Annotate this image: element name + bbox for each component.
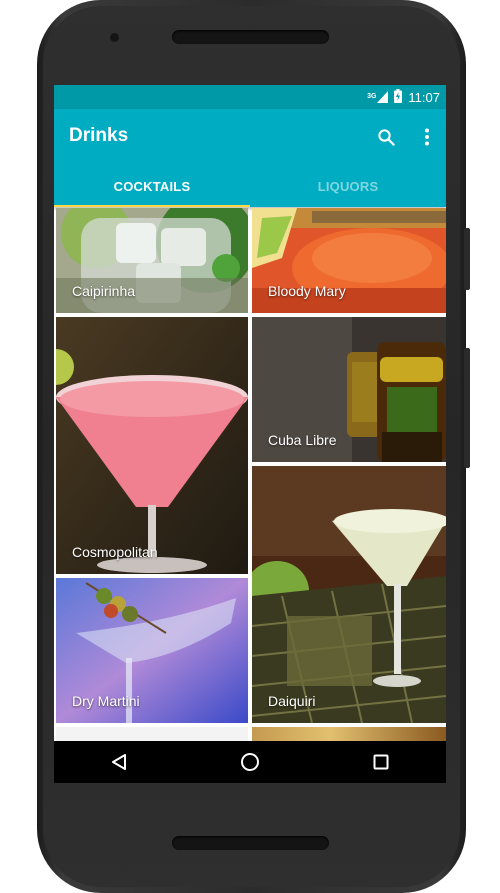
drink-card-cosmopolitan[interactable]: Cosmopolitan bbox=[56, 317, 248, 574]
battery-icon bbox=[394, 88, 403, 106]
drink-card-bloody-mary[interactable]: Bloody Mary bbox=[252, 208, 446, 313]
back-button[interactable] bbox=[99, 742, 139, 782]
navigation-bar bbox=[54, 741, 446, 783]
power-button bbox=[464, 228, 470, 290]
drink-card-cuba-libre[interactable]: Cuba Libre bbox=[252, 317, 446, 462]
recents-square-icon bbox=[373, 754, 389, 770]
drink-card-partial[interactable] bbox=[56, 727, 248, 741]
search-icon bbox=[377, 128, 395, 146]
drink-name: Cosmopolitan bbox=[72, 544, 158, 560]
home-circle-icon bbox=[240, 753, 259, 771]
app-title: Drinks bbox=[69, 125, 129, 146]
tab-cocktails[interactable]: COCKTAILS bbox=[54, 165, 250, 207]
tab-bar: COCKTAILS LIQUORS bbox=[54, 165, 446, 207]
search-button[interactable] bbox=[370, 121, 402, 153]
drink-name: Cuba Libre bbox=[268, 432, 337, 448]
drink-name: Dry Martini bbox=[72, 693, 140, 709]
tab-indicator bbox=[54, 205, 250, 207]
home-button[interactable] bbox=[230, 742, 270, 782]
daiquiri-photo bbox=[252, 466, 446, 723]
network-signal-icon: 3G bbox=[367, 91, 389, 103]
recents-button[interactable] bbox=[361, 742, 401, 782]
drink-card-partial[interactable] bbox=[252, 727, 446, 741]
screen: 3G 11:07 Drinks COCKTAILS LIQUORS Caipir… bbox=[54, 85, 446, 783]
cosmopolitan-photo bbox=[56, 317, 248, 574]
bottom-speaker bbox=[172, 836, 329, 850]
drink-card-daiquiri[interactable]: Daiquiri bbox=[252, 466, 446, 723]
drink-card-dry-martini[interactable]: Dry Martini bbox=[56, 578, 248, 723]
front-camera bbox=[110, 33, 119, 42]
back-triangle-icon bbox=[112, 754, 127, 770]
drink-name: Daiquiri bbox=[268, 693, 316, 709]
app-bar: Drinks COCKTAILS LIQUORS bbox=[54, 109, 446, 207]
drink-name: Bloody Mary bbox=[268, 283, 346, 299]
more-vert-icon bbox=[425, 128, 429, 146]
tab-liquors[interactable]: LIQUORS bbox=[250, 165, 446, 207]
clock: 11:07 bbox=[408, 89, 440, 105]
drink-name: Caipirinha bbox=[72, 283, 136, 299]
top-speaker bbox=[172, 30, 329, 44]
network-type: 3G bbox=[367, 93, 377, 100]
volume-button bbox=[464, 348, 470, 468]
drink-card-caipirinha[interactable]: Caipirinha bbox=[56, 208, 248, 313]
overflow-menu-button[interactable] bbox=[411, 121, 443, 153]
status-bar: 3G 11:07 bbox=[54, 85, 446, 109]
